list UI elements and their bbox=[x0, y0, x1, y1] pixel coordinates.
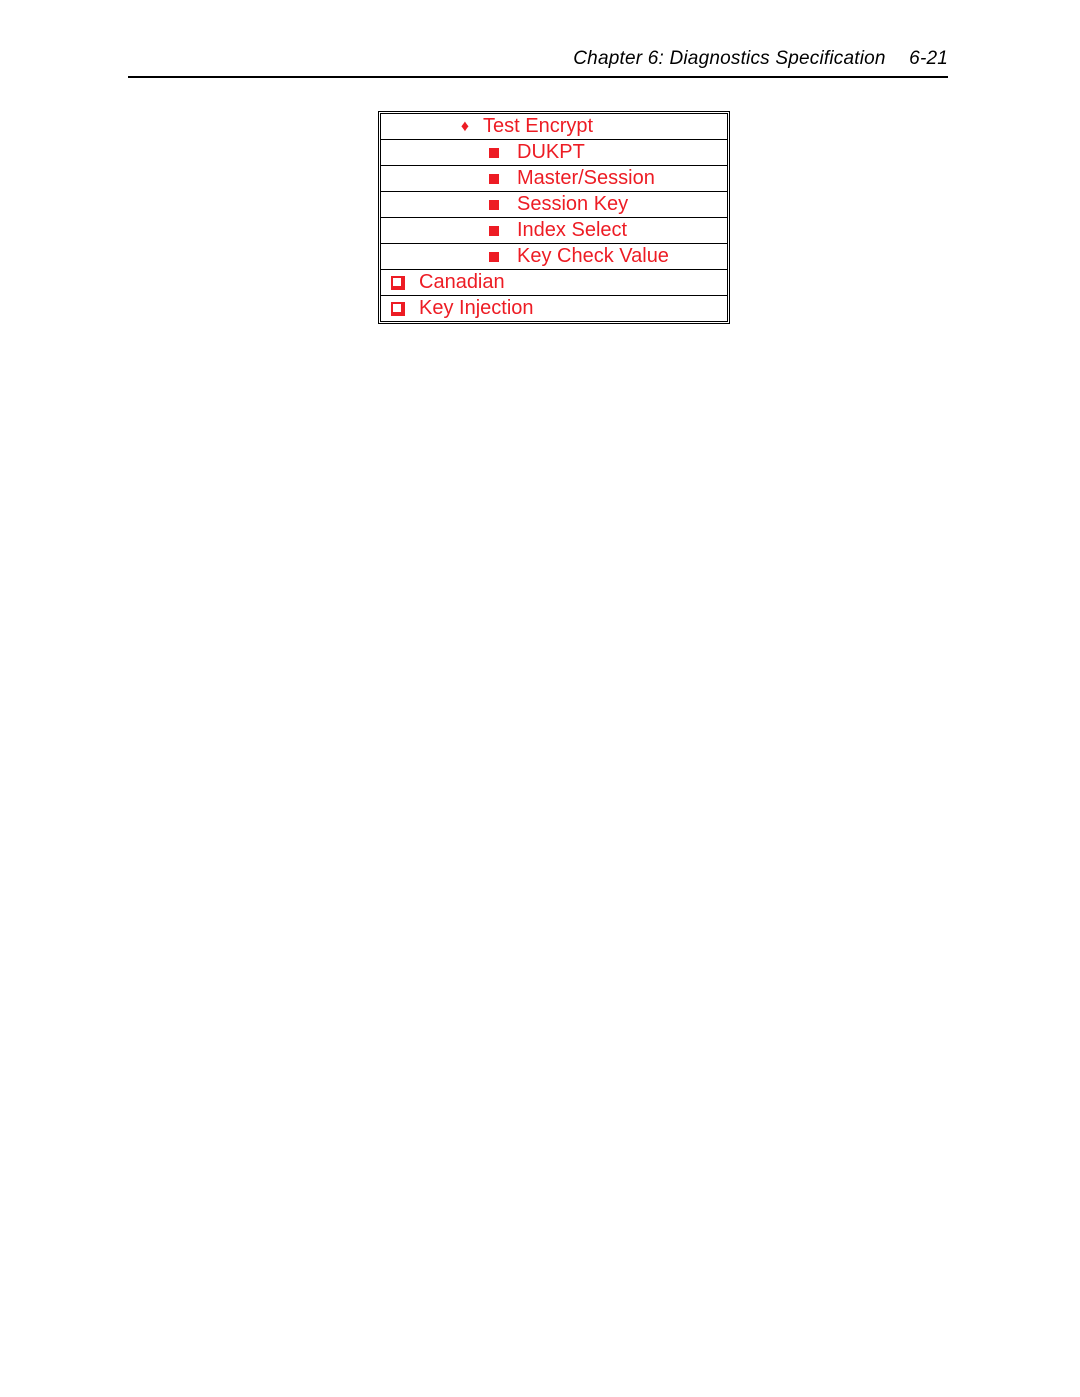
row-label: Session Key bbox=[517, 193, 628, 216]
row-dukpt: DUKPT bbox=[381, 140, 727, 166]
diamond-icon: ♦ bbox=[457, 118, 473, 136]
row-test-encrypt: ♦ Test Encrypt bbox=[381, 114, 727, 140]
checkbox-icon bbox=[391, 276, 405, 290]
checkbox-icon bbox=[391, 302, 405, 316]
square-icon bbox=[489, 200, 499, 210]
row-label: Master/Session bbox=[517, 167, 655, 190]
row-session-key: Session Key bbox=[381, 192, 727, 218]
row-label: Key Injection bbox=[419, 297, 534, 320]
square-icon bbox=[489, 174, 499, 184]
page: Chapter 6: Diagnostics Specification 6-2… bbox=[0, 0, 1080, 1397]
row-label: Key Check Value bbox=[517, 245, 669, 268]
page-header: Chapter 6: Diagnostics Specification 6-2… bbox=[573, 48, 948, 70]
row-index-select: Index Select bbox=[381, 218, 727, 244]
square-icon bbox=[489, 226, 499, 236]
row-key-check-value: Key Check Value bbox=[381, 244, 727, 270]
header-rule bbox=[128, 76, 948, 78]
row-canadian: Canadian bbox=[381, 270, 727, 296]
row-label: Index Select bbox=[517, 219, 627, 242]
row-label: DUKPT bbox=[517, 141, 585, 164]
page-number: 6-21 bbox=[909, 48, 948, 69]
menu-table: ♦ Test Encrypt DUKPT Master/Session Sess… bbox=[378, 111, 730, 324]
row-label: Test Encrypt bbox=[483, 115, 593, 138]
row-key-injection: Key Injection bbox=[381, 296, 727, 321]
row-master-session: Master/Session bbox=[381, 166, 727, 192]
square-icon bbox=[489, 252, 499, 262]
row-label: Canadian bbox=[419, 271, 505, 294]
chapter-title: Chapter 6: Diagnostics Specification bbox=[573, 48, 885, 69]
square-icon bbox=[489, 148, 499, 158]
